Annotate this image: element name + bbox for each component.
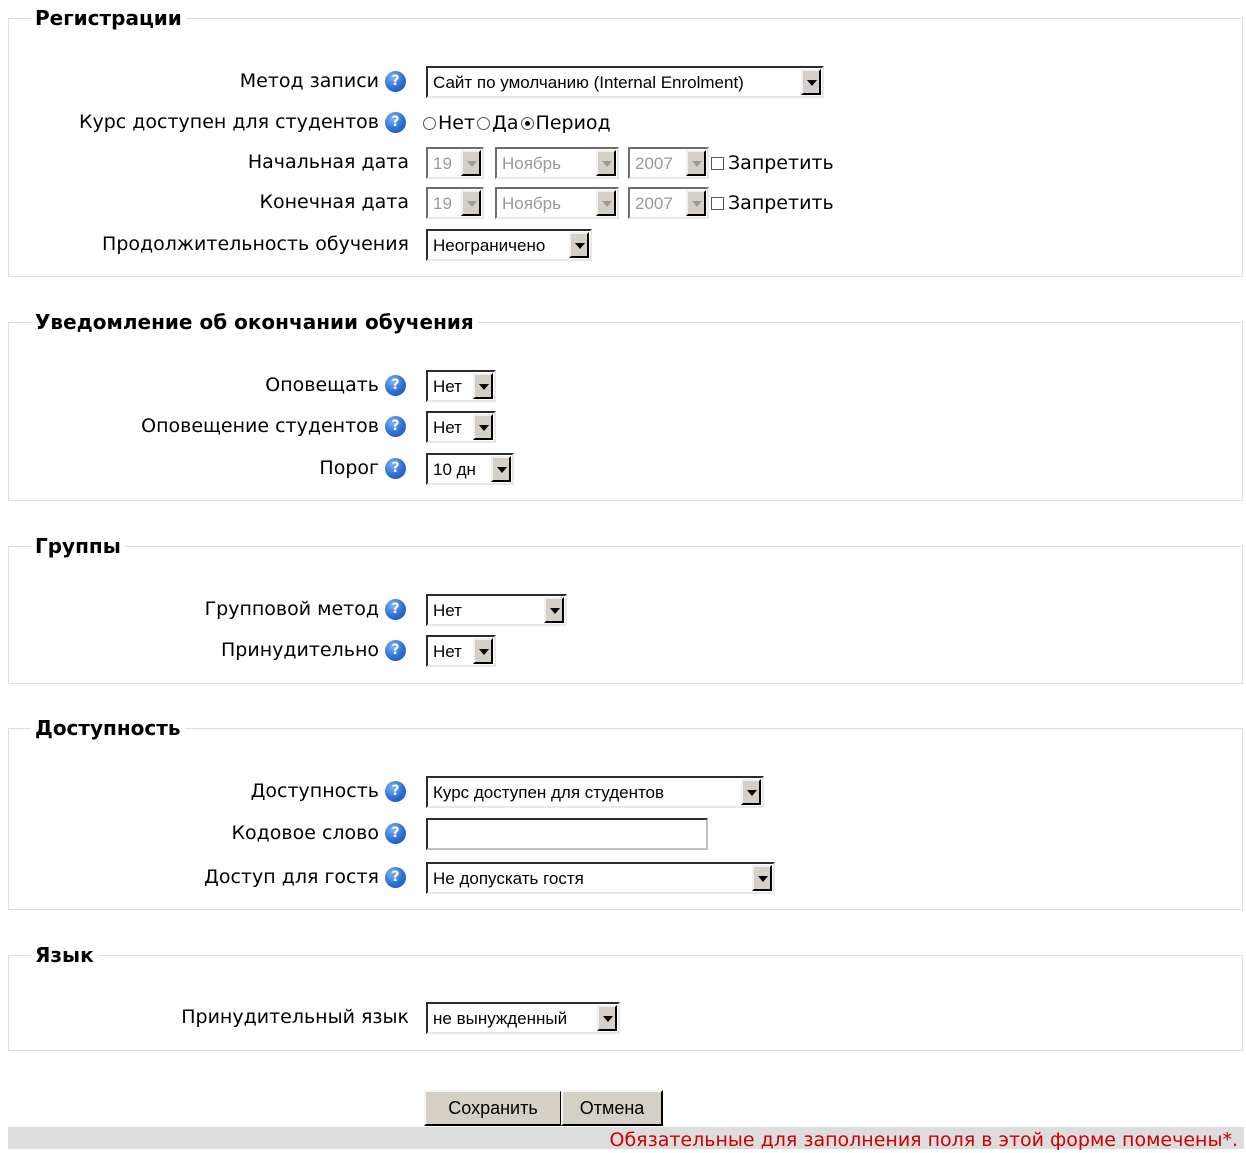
availability-select[interactable]: Курс доступен для студентов (426, 776, 764, 808)
chevron-down-icon[interactable] (473, 638, 493, 664)
cancel-button[interactable]: Отмена (561, 1090, 663, 1126)
row-enrol-method: Метод записи? Сайт по умолчанию (Interna… (9, 66, 1242, 98)
availability-label: Доступность? (251, 779, 406, 803)
group-mode-select[interactable]: Нет (426, 594, 567, 626)
chevron-down-icon[interactable] (686, 150, 706, 176)
group-force-select[interactable]: Нет (426, 635, 496, 667)
enrol-method-label: Метод записи? (240, 69, 406, 93)
chevron-down-icon[interactable] (544, 597, 564, 623)
language-legend: Язык (31, 943, 98, 967)
notify-students-label: Оповещение студентов? (141, 414, 406, 438)
chevron-down-icon[interactable] (741, 779, 761, 805)
end-date-label: Конечная дата (259, 191, 409, 213)
row-course-available: Курс доступен для студентов? Нет Да Период (9, 107, 1242, 139)
end-disable: Запретить (711, 191, 834, 215)
duration-select[interactable]: Неограничено (426, 229, 592, 261)
chevron-down-icon[interactable] (491, 456, 511, 482)
group-mode-label: Групповой метод? (205, 597, 406, 621)
force-language-select[interactable]: не вынужденный (426, 1002, 620, 1034)
language-fieldset: Язык Принудительный язык не вынужденный (8, 943, 1243, 1051)
help-icon[interactable]: ? (385, 416, 406, 437)
start-day-select[interactable]: 19 (426, 147, 484, 179)
end-disable-checkbox[interactable] (711, 197, 724, 210)
enrol-fieldset: Регистрации Метод записи? Сайт по умолча… (8, 6, 1243, 277)
help-icon[interactable]: ? (385, 781, 406, 802)
guest-access-select[interactable]: Не допускать гостя (426, 862, 775, 894)
notify-legend: Уведомление об окончании обучения (31, 310, 478, 334)
threshold-select[interactable]: 10 дн (426, 453, 514, 485)
end-day-select[interactable]: 19 (426, 187, 484, 219)
force-language-label: Принудительный язык (181, 1006, 409, 1028)
notify-label: Оповещать? (265, 373, 406, 397)
threshold-label: Порог? (319, 456, 406, 480)
availability-legend: Доступность (31, 716, 185, 740)
start-month-select[interactable]: Ноябрь (495, 147, 619, 179)
enrol-key-input[interactable] (426, 818, 708, 850)
radio-yes[interactable] (477, 117, 491, 130)
chevron-down-icon[interactable] (461, 150, 481, 176)
chevron-down-icon[interactable] (597, 1005, 617, 1031)
chevron-down-icon[interactable] (596, 190, 616, 216)
row-group-mode: Групповой метод? Нет (9, 594, 1242, 626)
notify-fieldset: Уведомление об окончании обучения Оповещ… (8, 310, 1243, 501)
enrol-legend: Регистрации (31, 6, 186, 30)
row-availability: Доступность? Курс доступен для студентов (9, 776, 1242, 808)
course-available-label: Курс доступен для студентов? (79, 110, 406, 134)
row-end-date: Конечная дата 19 Ноябрь 2007 Запретить (9, 187, 1242, 219)
start-year-select[interactable]: 2007 (628, 147, 709, 179)
required-note: Обязательные для заполнения поля в этой … (609, 1129, 1239, 1151)
notify-select[interactable]: Нет (426, 370, 496, 402)
start-disable: Запретить (711, 151, 834, 175)
end-month-select[interactable]: Ноябрь (495, 187, 619, 219)
chevron-down-icon[interactable] (461, 190, 481, 216)
help-icon[interactable]: ? (385, 375, 406, 396)
help-icon[interactable]: ? (385, 867, 406, 888)
chevron-down-icon[interactable] (473, 414, 493, 440)
row-guest-access: Доступ для гостя? Не допускать гостя (9, 862, 1242, 894)
help-icon[interactable]: ? (385, 71, 406, 92)
row-start-date: Начальная дата 19 Ноябрь 2007 Запретить (9, 147, 1242, 179)
chevron-down-icon[interactable] (752, 865, 772, 891)
notify-students-select[interactable]: Нет (426, 411, 496, 443)
row-threshold: Порог? 10 дн (9, 453, 1242, 485)
radio-no[interactable] (423, 117, 436, 130)
course-available-radios: Нет Да Период (421, 111, 611, 135)
help-icon[interactable]: ? (385, 640, 406, 661)
required-footer: Обязательные для заполнения поля в этой … (8, 1127, 1244, 1151)
chevron-down-icon[interactable] (686, 190, 706, 216)
chevron-down-icon[interactable] (801, 69, 821, 95)
radio-period[interactable] (520, 117, 534, 130)
row-enrol-key: Кодовое слово? (9, 818, 1242, 850)
row-notify: Оповещать? Нет (9, 370, 1242, 402)
guest-access-label: Доступ для гостя? (204, 865, 406, 889)
help-icon[interactable]: ? (385, 112, 406, 133)
help-icon[interactable]: ? (385, 599, 406, 620)
chevron-down-icon[interactable] (569, 232, 589, 258)
save-button[interactable]: Сохранить (424, 1090, 562, 1126)
groups-fieldset: Группы Групповой метод? Нет Принудительн… (8, 534, 1243, 684)
enrol-key-label: Кодовое слово? (232, 821, 406, 845)
end-year-select[interactable]: 2007 (628, 187, 709, 219)
row-duration: Продолжительность обучения Неограничено (9, 229, 1242, 261)
group-force-label: Принудительно? (221, 638, 406, 662)
row-force-language: Принудительный язык не вынужденный (9, 1002, 1242, 1034)
enrol-method-select[interactable]: Сайт по умолчанию (Internal Enrolment) (426, 66, 824, 98)
availability-fieldset: Доступность Доступность? Курс доступен д… (8, 716, 1243, 910)
help-icon[interactable]: ? (385, 458, 406, 479)
row-group-force: Принудительно? Нет (9, 635, 1242, 667)
help-icon[interactable]: ? (385, 823, 406, 844)
start-date-label: Начальная дата (247, 151, 409, 173)
groups-legend: Группы (31, 534, 125, 558)
start-disable-checkbox[interactable] (711, 157, 724, 170)
chevron-down-icon[interactable] (473, 373, 493, 399)
duration-label: Продолжительность обучения (102, 233, 409, 255)
row-notify-students: Оповещение студентов? Нет (9, 411, 1242, 443)
chevron-down-icon[interactable] (596, 150, 616, 176)
